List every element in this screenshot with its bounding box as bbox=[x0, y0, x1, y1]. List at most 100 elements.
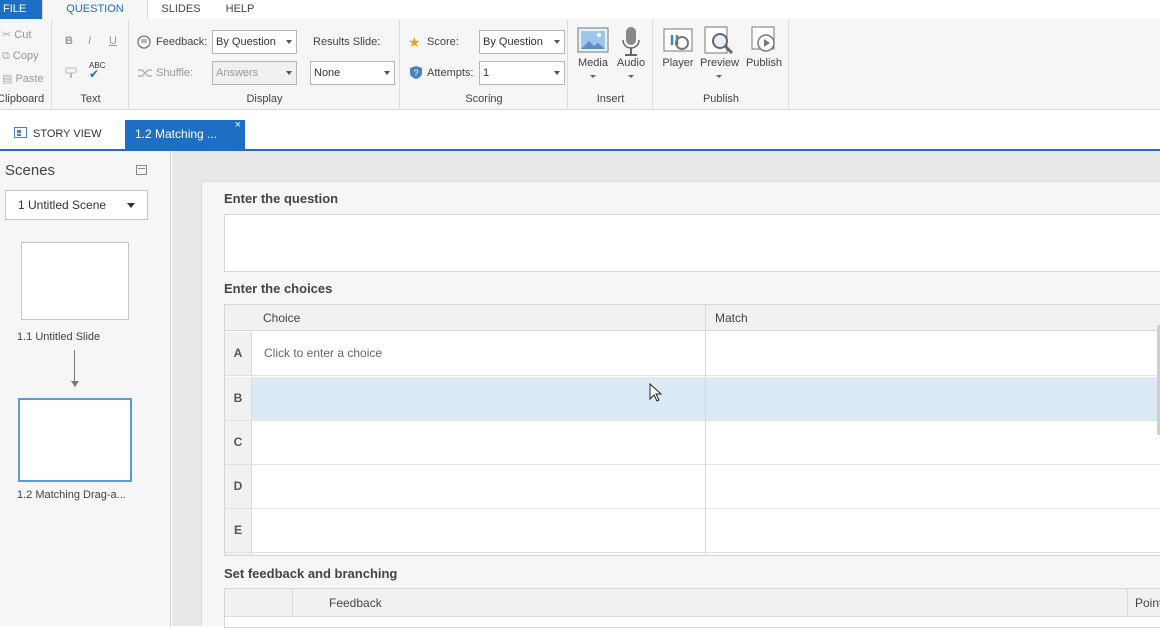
col-feedback-header: Feedback bbox=[329, 596, 382, 610]
attempts-select[interactable]: 1 bbox=[479, 61, 565, 85]
shuffle-select[interactable]: Answers bbox=[212, 61, 297, 85]
table-row[interactable] bbox=[225, 553, 1160, 555]
tab-slides[interactable]: SLIDES bbox=[150, 0, 212, 19]
panel-menu-icon[interactable] bbox=[136, 165, 147, 175]
feedback-table-header: Feedback Points bbox=[225, 589, 1160, 617]
choices-table-header: Choice Match bbox=[225, 305, 1160, 331]
scene-select[interactable]: 1 Untitled Scene bbox=[5, 190, 148, 220]
feedback-table: Feedback Points bbox=[224, 588, 1160, 628]
publish-group-label: Publish bbox=[702, 93, 740, 105]
score-select[interactable]: By Question bbox=[479, 30, 565, 54]
tab-question[interactable]: QUESTION bbox=[42, 0, 148, 19]
row-letter: E bbox=[225, 509, 252, 552]
choices-table: Choice Match A Click to enter a choice B… bbox=[224, 304, 1160, 556]
column-divider bbox=[292, 589, 293, 617]
scenes-panel: Scenes 1 Untitled Scene 1.1 Untitled Sli… bbox=[0, 151, 171, 626]
table-row[interactable]: D bbox=[225, 465, 1160, 509]
close-icon[interactable]: × bbox=[235, 111, 241, 140]
copy-button[interactable]: ⧉ Copy bbox=[2, 50, 39, 63]
score-select-value: By Question bbox=[483, 36, 543, 48]
active-tab-label: 1.2 Matching ... bbox=[135, 127, 218, 141]
insert-group: Media Audio Insert bbox=[569, 19, 653, 109]
row-letter: B bbox=[225, 377, 252, 420]
paste-button[interactable]: ▤ Paste bbox=[2, 72, 44, 85]
publish-label: Publish bbox=[745, 57, 783, 69]
format-painter-icon[interactable] bbox=[64, 65, 78, 82]
publish-group: Player Preview Publish Publish bbox=[654, 19, 789, 109]
shield-question-icon: ? bbox=[409, 65, 423, 83]
table-row[interactable]: C bbox=[225, 421, 1160, 465]
results-slide-label: Results Slide: bbox=[313, 36, 381, 48]
preview-button[interactable]: Preview bbox=[700, 25, 740, 78]
question-section-title: Enter the question bbox=[224, 191, 339, 206]
choice-cell[interactable]: Click to enter a choice bbox=[264, 332, 382, 375]
bold-button[interactable]: B bbox=[65, 35, 73, 47]
audio-button[interactable]: Audio bbox=[614, 25, 648, 78]
player-label: Player bbox=[662, 57, 694, 69]
table-row[interactable]: B bbox=[225, 377, 1160, 421]
media-button[interactable]: Media bbox=[576, 25, 610, 78]
column-divider bbox=[1127, 589, 1128, 617]
text-group-label: Text bbox=[80, 93, 101, 105]
cut-button[interactable]: ✂ Cut bbox=[2, 28, 31, 41]
col-match-header: Match bbox=[715, 311, 748, 325]
preview-label: Preview bbox=[700, 57, 740, 69]
feedback-select-value: By Question bbox=[216, 36, 276, 48]
chevron-down-icon bbox=[384, 71, 390, 75]
editor-canvas: Enter the question Enter the choices Cho… bbox=[172, 151, 1160, 628]
tab-matching-slide[interactable]: 1.2 Matching ... × bbox=[125, 119, 245, 149]
tab-file[interactable]: FILE bbox=[0, 0, 42, 19]
microphone-icon bbox=[615, 25, 647, 57]
feedback-section-title: Set feedback and branching bbox=[224, 566, 398, 581]
table-row[interactable]: E bbox=[225, 509, 1160, 553]
chevron-down-icon bbox=[554, 71, 560, 75]
insert-group-label: Insert bbox=[596, 93, 625, 105]
scissors-icon: ✂ bbox=[2, 29, 12, 41]
arrow-down-icon bbox=[71, 381, 79, 387]
tab-story-view[interactable]: STORY VIEW bbox=[14, 120, 124, 149]
row-letter bbox=[225, 553, 252, 555]
chevron-down-icon bbox=[716, 75, 722, 78]
svg-text:?: ? bbox=[414, 68, 419, 78]
feedback-icon bbox=[137, 35, 153, 52]
attempts-label: Attempts: bbox=[427, 67, 474, 79]
display-group-label: Display bbox=[246, 93, 283, 105]
attempts-select-value: 1 bbox=[483, 67, 490, 79]
chevron-down-icon bbox=[127, 203, 135, 208]
chevron-down-icon bbox=[554, 40, 560, 44]
chevron-down-icon bbox=[286, 40, 292, 44]
slide-thumbnail-selected[interactable] bbox=[18, 398, 132, 482]
story-view-label: STORY VIEW bbox=[33, 128, 102, 140]
italic-button[interactable]: I bbox=[88, 35, 91, 47]
slide-connector bbox=[74, 350, 75, 381]
results-slide-select[interactable]: None bbox=[310, 61, 395, 85]
paste-label: Paste bbox=[15, 73, 44, 85]
slide-thumbnail[interactable] bbox=[21, 242, 129, 320]
chevron-down-icon bbox=[628, 75, 634, 78]
question-input[interactable] bbox=[224, 214, 1160, 272]
copy-icon: ⧉ bbox=[2, 50, 10, 62]
row-letter: D bbox=[225, 465, 252, 508]
scenes-title: Scenes bbox=[5, 162, 56, 179]
feedback-label: Feedback: bbox=[156, 36, 208, 48]
publish-button[interactable]: Publish bbox=[743, 25, 785, 69]
display-group: Feedback: By Question Results Slide: Shu… bbox=[130, 19, 400, 109]
audio-label: Audio bbox=[616, 57, 646, 69]
row-letter: C bbox=[225, 421, 252, 464]
spell-check-button[interactable]: ABC ✔ bbox=[89, 62, 105, 81]
shuffle-icon bbox=[137, 67, 153, 82]
star-icon: ★ bbox=[408, 34, 421, 50]
text-group: B I U ABC ✔ Text bbox=[53, 19, 129, 109]
ribbon: ✂ Cut ⧉ Copy ▤ Paste Clipboard B I U ABC… bbox=[0, 19, 1160, 110]
tab-help[interactable]: HELP bbox=[214, 0, 266, 19]
document-tab-bar: STORY VIEW 1.2 Matching ... × bbox=[0, 119, 1160, 151]
slide-thumbnail-label: 1.2 Matching Drag-a... bbox=[17, 489, 126, 501]
shuffle-select-value: Answers bbox=[216, 67, 259, 79]
table-row[interactable]: A Click to enter a choice bbox=[225, 332, 1160, 376]
publish-icon bbox=[748, 25, 780, 57]
feedback-select[interactable]: By Question bbox=[212, 30, 297, 54]
clipboard-group: ✂ Cut ⧉ Copy ▤ Paste Clipboard bbox=[0, 19, 52, 109]
player-button[interactable]: Player bbox=[661, 25, 695, 69]
copy-label: Copy bbox=[12, 50, 39, 62]
underline-button[interactable]: U bbox=[109, 35, 117, 47]
